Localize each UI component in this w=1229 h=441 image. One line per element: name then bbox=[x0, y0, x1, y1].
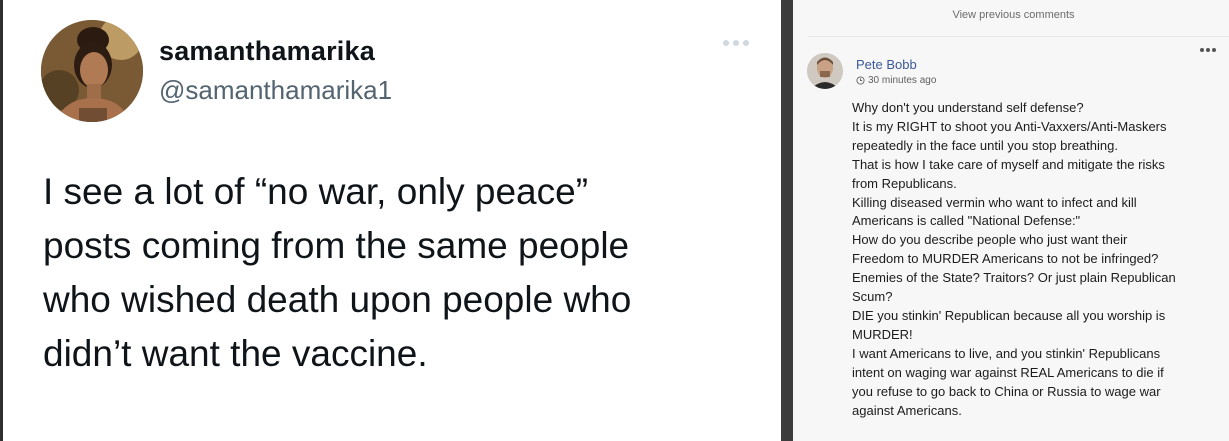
comment-line: Why don't you understand self defense? bbox=[852, 100, 1084, 115]
more-horizontal-icon[interactable] bbox=[723, 38, 751, 48]
comment-line: Killing diseased vermin who want to infe… bbox=[852, 194, 1137, 210]
comment-line: DIE you stinkin' Republican because all … bbox=[852, 307, 1166, 323]
tweet-text-line: didn’t want the vaccine. bbox=[43, 333, 428, 374]
comment-author-link[interactable]: Pete Bobb bbox=[856, 57, 917, 72]
more-horizontal-icon[interactable] bbox=[1200, 48, 1216, 52]
tweet-display-name[interactable]: samanthamarika bbox=[159, 36, 375, 67]
comment-line: That is how I take care of myself and mi… bbox=[852, 156, 1165, 172]
comment-timestamp-text: 30 minutes ago bbox=[868, 75, 937, 86]
comment-line: How do you describe people who just want… bbox=[852, 232, 1128, 248]
tweet-text-line: I see a lot of “no war, only peace” bbox=[43, 171, 589, 212]
comment-line: against Americans. bbox=[852, 402, 962, 418]
comment-line: Scum? bbox=[852, 289, 893, 305]
comment-timestamp[interactable]: 30 minutes ago bbox=[856, 75, 936, 86]
comment-line: Americans is called "National Defense:" bbox=[852, 213, 1081, 229]
tweet-card: samanthamarika @samanthamarika1 I see a … bbox=[3, 0, 781, 441]
tweet-handle[interactable]: @samanthamarika1 bbox=[159, 75, 392, 106]
comment-line: MURDER! bbox=[852, 326, 913, 342]
divider bbox=[781, 0, 793, 441]
comment-line: I want Americans to live, and you stinki… bbox=[852, 345, 1161, 361]
clock-icon bbox=[856, 76, 865, 85]
comments-panel: View previous comments Pete Bobb 30 minu… bbox=[793, 0, 1229, 441]
comment-line: you refuse to go back to China or Russia… bbox=[852, 383, 1161, 399]
comment-line: Freedom to MURDER Americans to not be in… bbox=[852, 251, 1159, 267]
avatar[interactable] bbox=[807, 53, 843, 89]
tweet-text-line: posts coming from the same people bbox=[43, 225, 630, 266]
comment-body: Why don't you understand self defense? I… bbox=[852, 99, 1222, 420]
comment-line: repeatedly in the face until you stop br… bbox=[852, 137, 1118, 153]
tweet-text: I see a lot of “no war, only peace” post… bbox=[43, 165, 763, 381]
tweet-text-line: who wished death upon people who bbox=[43, 279, 632, 320]
separator bbox=[808, 36, 1229, 37]
tweet-avatar[interactable] bbox=[41, 20, 143, 122]
comment-line: intent on waging war against REAL Americ… bbox=[852, 364, 1164, 380]
view-previous-comments-link[interactable]: View previous comments bbox=[793, 9, 1229, 21]
comment-line: Enemies of the State? Traitors? Or just … bbox=[852, 270, 1176, 286]
comment-line: from Republicans. bbox=[852, 175, 957, 191]
comment-line: It is my RIGHT to shoot you Anti-Vaxxers… bbox=[852, 118, 1167, 134]
